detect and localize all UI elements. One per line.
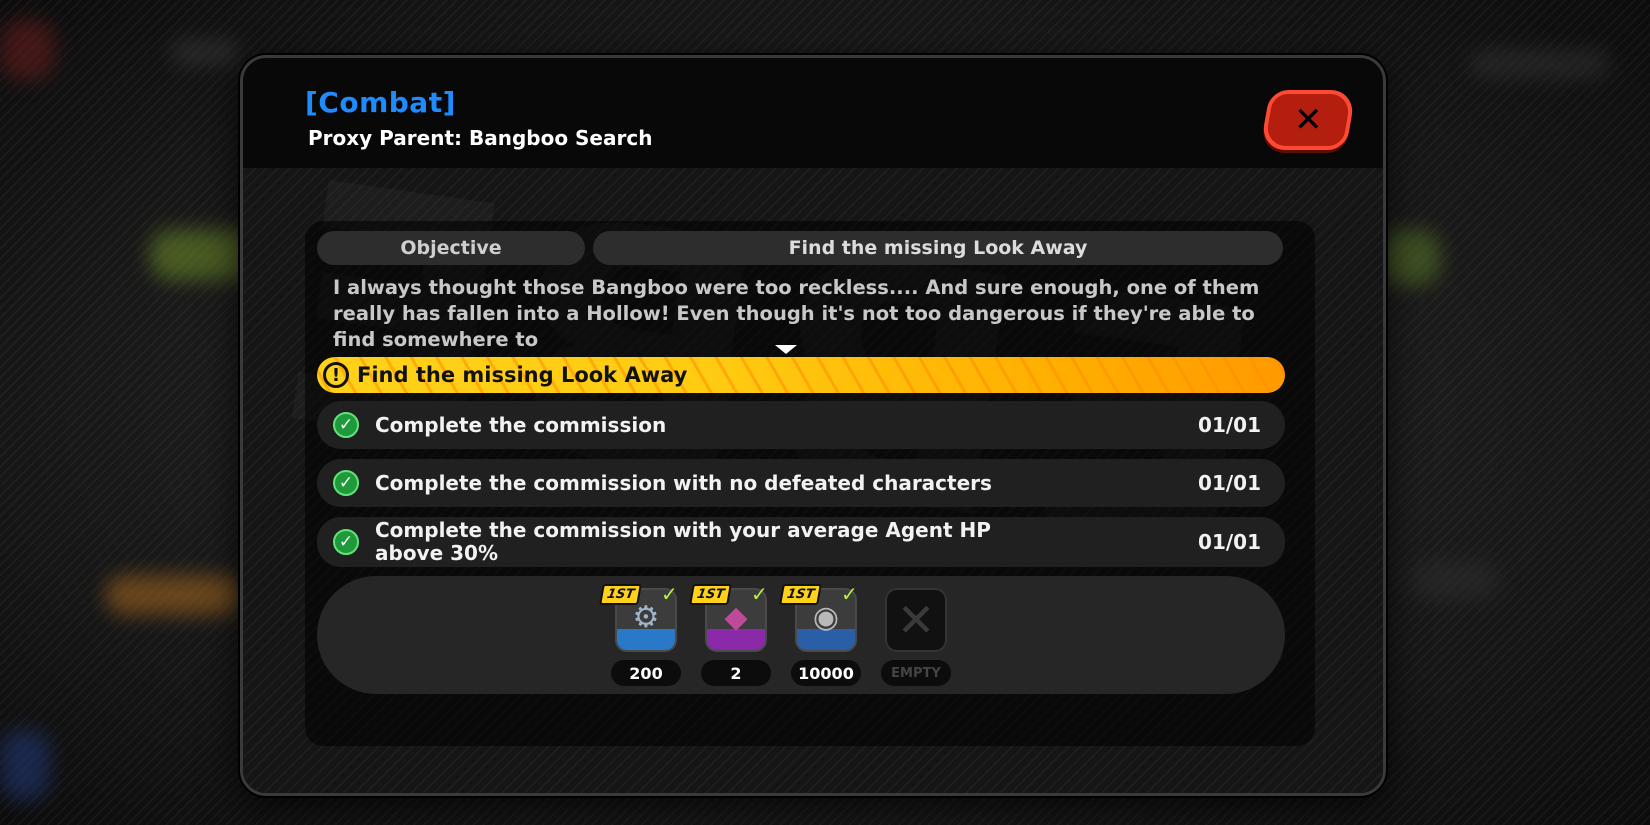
reward-quantity: 10000	[791, 660, 861, 686]
task-row: ✓ Complete the commission with no defeat…	[317, 459, 1285, 507]
quest-text: Find the missing Look Away	[357, 363, 688, 387]
background-blur-shape	[1470, 50, 1610, 78]
close-button[interactable]: ✕	[1259, 90, 1357, 150]
task-progress: 01/01	[1198, 471, 1261, 495]
claimed-check-icon: ✓	[751, 582, 768, 606]
claimed-check-icon: ✓	[661, 582, 678, 606]
background-blur-shape	[170, 40, 240, 65]
close-icon: ✕	[1293, 100, 1323, 140]
commission-name: Proxy Parent: Bangboo Search	[308, 126, 653, 150]
task-label: Complete the commission with your averag…	[375, 518, 991, 565]
background-blur-shape	[0, 20, 55, 80]
first-clear-badge: 1ST	[779, 584, 823, 605]
objective-label: Objective	[317, 231, 585, 265]
chevron-down-icon[interactable]	[775, 345, 797, 354]
task-row: ✓ Complete the commission 01/01	[317, 401, 1285, 449]
commission-details-panel: Objective Find the missing Look Away I a…	[305, 221, 1315, 746]
reward-quantity: EMPTY	[881, 660, 951, 686]
category-title: [Combat]	[305, 86, 456, 119]
first-clear-badge: 1ST	[689, 584, 733, 605]
reward-quantity: 2	[701, 660, 771, 686]
objective-title: Find the missing Look Away	[593, 231, 1283, 265]
first-clear-badge: 1ST	[599, 584, 643, 605]
background-blur-shape	[0, 730, 50, 800]
task-progress: 01/01	[1198, 530, 1261, 554]
background-blur-shape	[105, 575, 245, 615]
objective-description[interactable]: I always thought those Bangboo were too …	[333, 275, 1273, 355]
task-label: Complete the commission with no defeated…	[375, 470, 992, 495]
quest-banner: ! Find the missing Look Away	[317, 357, 1285, 393]
check-icon: ✓	[333, 470, 359, 496]
background-blur-shape	[1410, 560, 1500, 600]
task-progress: 01/01	[1198, 413, 1261, 437]
commission-dialog: ƎꓭꓭƎ [Combat] Proxy Parent: Bangboo Sear…	[240, 55, 1386, 796]
claimed-check-icon: ✓	[841, 582, 858, 606]
task-row: ✓ Complete the commission with your aver…	[317, 517, 1285, 567]
task-label: Complete the commission	[375, 412, 667, 437]
reward-quantity: 200	[611, 660, 681, 686]
background-blur-shape	[1380, 230, 1440, 285]
check-icon: ✓	[333, 412, 359, 438]
rewards-bar: ⚙ 1ST ✓ 200 ◆ 1ST ✓ 2 ◉ 1ST ✓ 10000 ✕ EM…	[317, 576, 1285, 694]
empty-slot-icon: ✕	[885, 588, 947, 652]
check-icon: ✓	[333, 529, 359, 555]
alert-icon: !	[323, 362, 349, 388]
